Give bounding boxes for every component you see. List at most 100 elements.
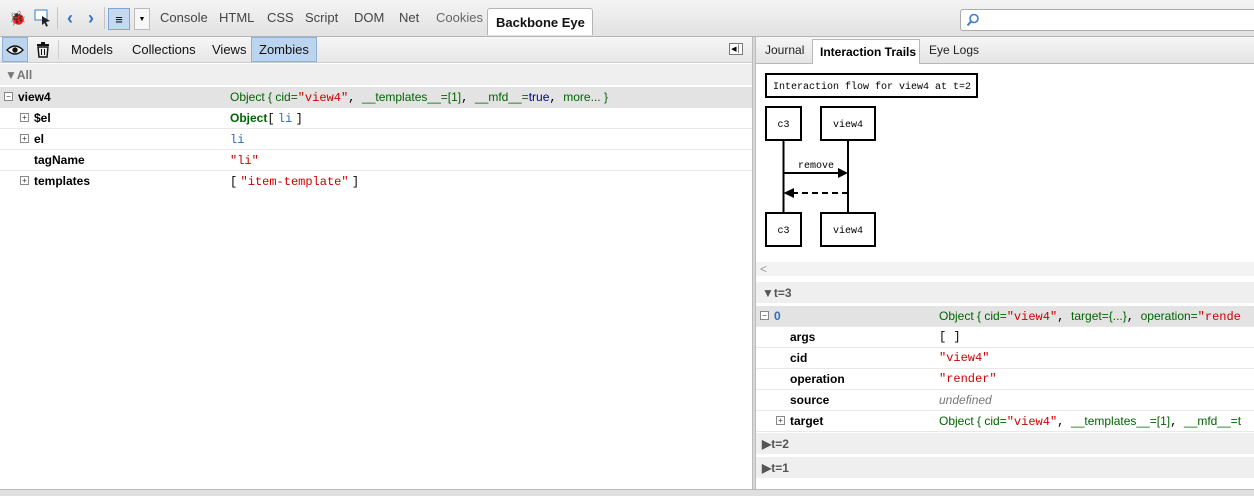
value-string: "li" (230, 154, 259, 168)
subtab-zombies[interactable]: Zombies (251, 37, 317, 62)
firebug-toolbar: 🐞 ‹ › ≡ ▼ Console HTML CSS Script DOM Ne… (0, 0, 1254, 44)
prop-key: cid (790, 351, 808, 365)
prop-key: source (790, 393, 830, 407)
subtab-views[interactable]: Views (205, 37, 253, 62)
value-element: li (277, 112, 293, 126)
summary-mfd: __mfd__=t (1183, 414, 1242, 428)
summary-more-link[interactable]: more... (563, 90, 600, 104)
tab-net[interactable]: Net (399, 10, 419, 25)
tab-dom[interactable]: DOM (354, 10, 384, 25)
entry-summary: Object { cid="view4", target={...}, oper… (939, 309, 1241, 324)
eye-icon (6, 44, 24, 55)
expand-icon[interactable]: + (20, 176, 29, 185)
tab-script[interactable]: Script (305, 10, 338, 25)
expand-triangle-icon: ▼ (762, 286, 774, 300)
entry-prop-target[interactable]: + target Object { cid="view4", __templat… (756, 411, 1254, 432)
group-header-t2[interactable]: ▶t=2 (756, 433, 1254, 454)
prop-row-el[interactable]: + el li (0, 129, 752, 150)
trash-button[interactable] (31, 37, 55, 62)
prop-key: operation (790, 372, 845, 386)
firebug-bug-icon[interactable]: 🐞 (8, 8, 28, 28)
collapse-icon[interactable]: − (760, 311, 769, 320)
scroll-left-icon[interactable]: < (760, 262, 767, 276)
trash-icon (37, 41, 49, 58)
value-bracket: [ (230, 175, 238, 189)
entry-prop-source[interactable]: source undefined (756, 390, 1254, 411)
summary-mfd-value: true (528, 90, 550, 104)
console-list-icon[interactable]: ≡ (108, 8, 130, 30)
summary-operation-value: "rende (1197, 310, 1241, 324)
summary-sep: , (1057, 310, 1065, 324)
horizontal-scrollbar[interactable]: < (756, 262, 1254, 276)
actor-label-bottom-left: c3 (777, 226, 789, 237)
subtab-collections[interactable]: Collections (125, 37, 203, 62)
eye-toggle-button[interactable] (2, 37, 28, 62)
expand-triangle-icon: ▶ (762, 461, 772, 475)
group-label: t=2 (771, 437, 789, 451)
tab-journal[interactable]: Journal (765, 43, 804, 57)
sequence-diagram: Interaction flow for view4 at t=2 c3 vie… (756, 67, 1254, 262)
entry-prop-args[interactable]: args [ ] (756, 327, 1254, 348)
summary-cid-key: cid= (275, 90, 298, 104)
tab-backbone-eye[interactable]: Backbone Eye ▼ (487, 8, 593, 44)
prop-value: Object[ li ] (230, 111, 303, 126)
actor-label-top-left: c3 (777, 120, 789, 131)
search-icon (966, 13, 979, 27)
summary-cid-value: "view4" (1006, 310, 1058, 324)
prop-row-templates[interactable]: + templates [ "item-template" ] (0, 171, 752, 192)
group-label: t=3 (773, 286, 792, 300)
summary-sep: , (1057, 415, 1065, 429)
inspect-element-icon[interactable] (33, 8, 53, 28)
tab-interaction-trails[interactable]: Interaction Trails (812, 39, 920, 64)
value-string: "item-template" (240, 175, 349, 189)
expand-icon[interactable]: + (20, 113, 29, 122)
object-summary: Object { cid="view4", __templates__=[1],… (230, 90, 608, 105)
object-row-view4[interactable]: − view4 Object { cid="view4", __template… (0, 87, 752, 108)
entry-prop-operation[interactable]: operation "render" (756, 369, 1254, 390)
prop-value: "view4" (939, 351, 990, 365)
right-tabbar: Journal Interaction Trails Eye Logs (756, 37, 1254, 64)
prop-key: tagName (34, 153, 85, 167)
back-arrow-icon[interactable]: ‹ (60, 8, 80, 28)
search-input[interactable] (960, 9, 1254, 31)
summary-sep: , (461, 91, 469, 105)
subtab-models[interactable]: Models (64, 37, 120, 62)
group-header-all[interactable]: ▼All (0, 64, 752, 85)
forward-arrow-icon[interactable]: › (81, 8, 101, 28)
tab-console[interactable]: Console (160, 10, 208, 25)
tab-html[interactable]: HTML (219, 10, 254, 25)
tab-eye-logs[interactable]: Eye Logs (929, 43, 979, 57)
tab-cookies[interactable]: Cookies (436, 10, 483, 25)
prop-row-el-jquery[interactable]: + $el Object[ li ] (0, 108, 752, 129)
summary-prefix: Object { (939, 309, 982, 323)
prop-value: [ ] (939, 330, 961, 344)
summary-cid-value: "view4" (1006, 415, 1058, 429)
entry-row-0[interactable]: − 0 Object { cid="view4", target={...}, … (756, 306, 1254, 327)
group-label: t=1 (771, 461, 789, 475)
message-arrowhead (838, 168, 848, 178)
right-panel: Journal Interaction Trails Eye Logs Inte… (756, 37, 1254, 495)
value-bracket: [ (267, 112, 275, 126)
prop-value: "li" (230, 153, 259, 168)
prop-value: [ "item-template" ] (230, 174, 359, 189)
summary-sep: , (1126, 310, 1134, 324)
diagram-title: Interaction flow for view4 at t=2 (773, 81, 971, 93)
prop-value: "render" (939, 372, 997, 386)
prop-key: $el (34, 111, 51, 125)
prop-row-tagname[interactable]: tagName "li" (0, 150, 752, 171)
prop-key: el (34, 132, 45, 146)
value-bracket: ] (351, 175, 360, 189)
summary-cid-key: cid= (984, 309, 1007, 323)
entry-prop-cid[interactable]: cid "view4" (756, 348, 1254, 369)
collapse-icon[interactable]: − (4, 92, 13, 101)
expand-icon[interactable]: + (776, 416, 785, 425)
dropdown-arrow-icon[interactable]: ▼ (134, 8, 150, 30)
expand-icon[interactable]: + (20, 134, 29, 143)
summary-operation-key: operation= (1140, 309, 1198, 323)
prop-key: args (790, 330, 816, 344)
group-header-t1[interactable]: ▶t=1 (756, 457, 1254, 478)
summary-prefix: Object { (230, 90, 273, 104)
toggle-side-panel-icon[interactable]: ◀│ (729, 43, 743, 55)
group-header-t3[interactable]: ▼t=3 (756, 282, 1254, 303)
tab-css[interactable]: CSS (267, 10, 294, 25)
